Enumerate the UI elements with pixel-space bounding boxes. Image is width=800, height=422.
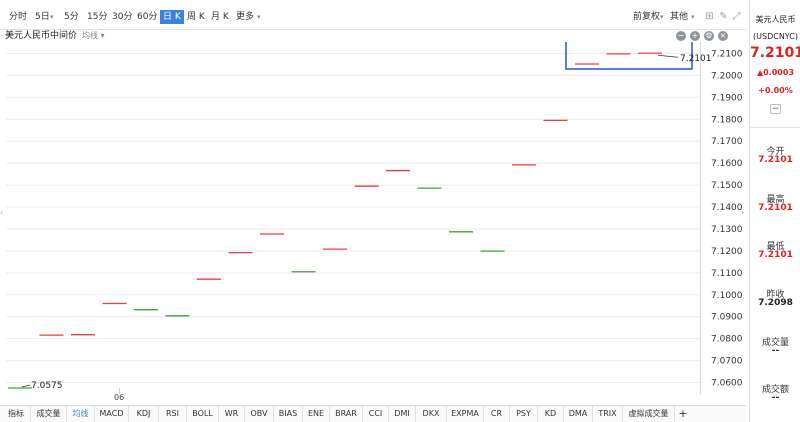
indicator-tab[interactable]: KDJ: [129, 406, 159, 422]
y-tick-label: 7.1300: [711, 225, 743, 235]
stat-value: 7.2098: [758, 298, 793, 308]
indicator-tab[interactable]: EXPMA: [447, 406, 484, 422]
indicator-tab[interactable]: RSI: [159, 406, 187, 422]
indicator-tab[interactable]: 虚拟成交量: [623, 406, 675, 422]
y-tick-label: 7.1100: [711, 269, 743, 279]
chevron-down-icon: ▾: [660, 13, 664, 21]
avg-line-select[interactable]: 均线 ▾: [82, 30, 105, 42]
chevron-down-icon: ▾: [257, 13, 261, 21]
period-weekly-k[interactable]: 周 K: [187, 10, 205, 24]
stat-value: --: [771, 346, 780, 356]
close-icon[interactable]: ×: [718, 31, 728, 41]
indicator-tab[interactable]: WR: [219, 406, 245, 422]
period-toolbar: 分时 5日 ▾ 5分 15分 30分 60分 日 K 周 K 月 K 更多 ▾ …: [0, 0, 746, 30]
price-change-pct: +0.00%: [758, 86, 793, 95]
avg-line-label: 均线: [82, 31, 98, 40]
y-tick-label: 7.1200: [711, 247, 743, 257]
indicator-tab[interactable]: CCI: [363, 406, 389, 422]
y-tick-label: 7.1800: [711, 115, 743, 125]
other-menu[interactable]: 其他: [670, 10, 688, 24]
min-pointer: [21, 384, 31, 388]
indicator-tab[interactable]: 指标: [2, 406, 31, 422]
stat-value: --: [771, 393, 780, 403]
indicator-tab[interactable]: OBV: [245, 406, 274, 422]
chevron-down-icon: ▾: [50, 13, 54, 21]
indicator-tab[interactable]: 均线: [67, 406, 95, 422]
y-tick-label: 7.1600: [711, 159, 743, 169]
indicator-tabs: 指标 成交量 均线 MACD KDJ RSI BOLL WR OBV BIAS ENE BRAR CCI…: [0, 405, 746, 422]
indicator-tab[interactable]: PSY: [510, 406, 538, 422]
settings-icon[interactable]: ⚙: [704, 31, 714, 41]
indicator-tab[interactable]: DMA: [564, 406, 593, 422]
indicator-tab[interactable]: CR: [484, 406, 510, 422]
left-collapse-icon[interactable]: ‹: [0, 208, 3, 217]
min-annotation: 7.0575: [31, 381, 63, 391]
grid-icon[interactable]: ⊞: [704, 11, 715, 22]
right-collapse-icon[interactable]: ›: [741, 208, 744, 217]
y-tick-label: 7.0600: [711, 379, 743, 389]
y-tick-label: 7.1900: [711, 93, 743, 103]
y-tick-label: 7.2100: [711, 49, 743, 59]
indicator-tab[interactable]: KD: [538, 406, 564, 422]
adjust-select[interactable]: 前复权: [633, 10, 660, 24]
chart-header: 美元人民币中间价 均线 ▾ − + ⚙ ×: [0, 30, 746, 42]
y-tick-label: 7.1400: [711, 203, 743, 213]
period-15min[interactable]: 15分: [87, 10, 107, 24]
indicator-tab[interactable]: BIAS: [274, 406, 303, 422]
draw-icon[interactable]: ✎: [718, 11, 729, 22]
symbol-code: (USDCNYC): [753, 32, 798, 41]
stat-value: 7.2101: [758, 203, 793, 213]
x-axis-tick: 06: [114, 393, 125, 402]
indicator-tab[interactable]: ENE: [303, 406, 330, 422]
period-daily-k[interactable]: 日 K: [160, 10, 184, 24]
collapse-button[interactable]: −: [770, 104, 781, 114]
indicator-tab[interactable]: DKX: [416, 406, 447, 422]
period-more[interactable]: 更多: [236, 10, 254, 24]
period-5min[interactable]: 5分: [64, 10, 79, 24]
indicator-tab[interactable]: BOLL: [187, 406, 219, 422]
panel-divider: [750, 127, 800, 128]
price-change: ▲0.0003: [756, 68, 795, 77]
indicator-tab[interactable]: BRAR: [330, 406, 363, 422]
y-tick-label: 7.0900: [711, 313, 743, 323]
y-tick-label: 7.1500: [711, 181, 743, 191]
add-indicator-button[interactable]: +: [675, 406, 691, 422]
expand-icon[interactable]: ⤢: [731, 11, 742, 22]
stat-value: 7.2101: [758, 250, 793, 260]
y-tick-label: 7.0700: [711, 357, 743, 367]
period-monthly-k[interactable]: 月 K: [211, 10, 229, 24]
max-annotation: 7.2101: [680, 54, 712, 64]
y-tick-label: 7.1700: [711, 137, 743, 147]
highlight-box: [565, 42, 693, 70]
indicator-tab[interactable]: TRIX: [593, 406, 623, 422]
y-tick-label: 7.2000: [711, 71, 743, 81]
symbol-name[interactable]: 美元人民币: [750, 14, 800, 25]
kline-chart[interactable]: 7.2100 7.2000 7.1900 7.1800 7.1700 7.1600 7.15…: [0, 42, 746, 394]
period-5day[interactable]: 5日: [35, 10, 50, 24]
last-price: 7.2101: [750, 45, 800, 61]
y-tick-label: 7.1000: [711, 291, 743, 301]
indicator-tab[interactable]: MACD: [95, 406, 129, 422]
chart-title: 美元人民币中间价: [5, 31, 78, 41]
indicator-tab[interactable]: 成交量: [31, 406, 67, 422]
zoom-out-icon[interactable]: −: [676, 31, 686, 41]
period-30min[interactable]: 30分: [112, 10, 132, 24]
indicator-tab[interactable]: DMI: [389, 406, 416, 422]
y-tick-label: 7.0800: [711, 335, 743, 345]
zoom-in-icon[interactable]: +: [690, 31, 700, 41]
quote-panel: 美元人民币 (USDCNYC) 7.2101 ▲0.0003 +0.00% − …: [749, 0, 800, 422]
period-intraday[interactable]: 分时: [9, 10, 27, 24]
chevron-down-icon: ▾: [691, 13, 695, 21]
stat-value: 7.2101: [758, 155, 793, 165]
kline-svg: 7.2100 7.2000 7.1900 7.1800 7.1700 7.1600 7.15…: [6, 42, 743, 394]
period-60min[interactable]: 60分: [137, 10, 157, 24]
max-pointer: [657, 54, 679, 58]
